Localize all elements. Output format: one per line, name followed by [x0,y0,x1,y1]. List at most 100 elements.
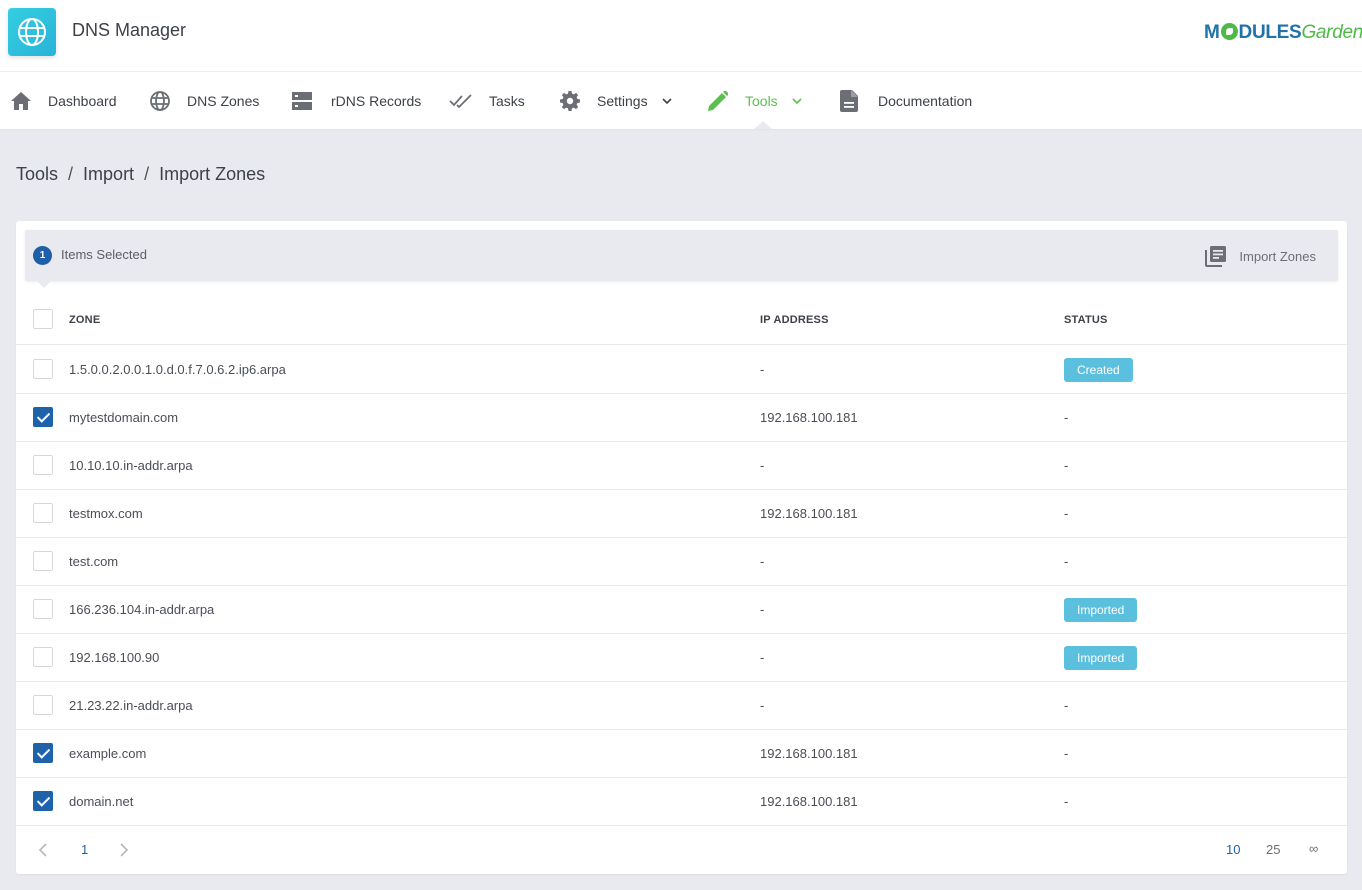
status-badge: Created [1064,358,1133,382]
zone-cell: test.com [69,554,119,569]
table-row[interactable]: 1.5.0.0.2.0.0.1.0.d.0.f.7.0.6.2.ip6.arpa… [16,346,1347,394]
double-check-icon [449,90,473,112]
row-checkbox[interactable] [33,743,53,763]
nav-label: Tools [745,92,778,109]
zone-cell: 21.23.22.in-addr.arpa [69,698,193,713]
page-size-all[interactable]: ∞ [1309,841,1318,856]
import-zones-label: Import Zones [1239,248,1316,264]
chevron-left-icon[interactable] [38,843,47,860]
status-badge: Imported [1064,598,1138,622]
gear-icon [559,90,581,112]
breadcrumb-item-import-zones: Import Zones [159,164,266,184]
row-checkbox[interactable] [33,695,53,715]
selection-toolbar: 1 Items Selected Import Zones [25,230,1338,288]
globe-icon [18,18,46,46]
status-cell: - [1064,698,1069,713]
app-title: DNS Manager [72,20,187,40]
breadcrumb: Tools / Import / Import Zones [16,164,265,185]
zone-cell: testmox.com [69,506,143,521]
column-header-status[interactable]: STATUS [1064,314,1108,326]
status-cell: - [1064,458,1069,473]
ip-address-cell: 192.168.100.181 [760,746,858,761]
row-checkbox[interactable] [33,407,53,427]
selected-count-badge: 1 [33,246,52,265]
zone-cell: 10.10.10.in-addr.arpa [69,458,193,473]
ip-address-cell: - [760,602,765,617]
row-checkbox[interactable] [33,647,53,667]
row-checkbox[interactable] [33,455,53,475]
status-cell: - [1064,794,1069,809]
nav-label: Documentation [878,92,973,109]
nav-label: Settings [597,92,648,109]
table-row[interactable]: example.com 192.168.100.181 - [16,730,1347,778]
nav-label: Tasks [489,92,525,109]
import-zones-button[interactable]: Import Zones [1205,244,1316,268]
chevron-right-icon[interactable] [120,843,129,860]
nav-item-rdns-records[interactable]: rDNS Records [291,72,421,129]
brand-text-dules: DULES [1238,22,1302,43]
row-checkbox[interactable] [33,791,53,811]
zone-cell: 1.5.0.0.2.0.0.1.0.d.0.f.7.0.6.2.ip6.arpa [69,362,286,377]
nav-label: rDNS Records [331,92,422,109]
nav-item-settings[interactable]: Settings [559,72,672,129]
table-row[interactable]: test.com - - [16,538,1347,586]
brand-text-m: M [1204,22,1220,43]
table-row[interactable]: 192.168.100.90 - Imported [16,634,1347,682]
page-size-25[interactable]: 25 [1266,842,1280,857]
nav-item-dashboard[interactable]: Dashboard [10,72,117,129]
row-checkbox[interactable] [33,551,53,571]
column-header-ip-address[interactable]: IP ADDRESS [760,314,829,326]
page-number[interactable]: 1 [81,842,88,857]
top-header: DNS Manager M DULESGarden [0,0,1362,72]
column-header-zone[interactable]: ZONE [69,314,100,326]
nav-label: Dashboard [48,92,117,109]
ip-address-cell: - [760,362,765,377]
breadcrumb-separator: / [144,164,150,184]
status-cell: - [1064,554,1069,569]
library-books-icon [1205,245,1227,267]
nav-item-documentation[interactable]: Documentation [838,72,972,129]
breadcrumb-item-import[interactable]: Import [83,164,134,185]
document-icon [838,89,860,112]
pagination: 1 10 25 ∞ [16,827,1347,874]
nav-label: DNS Zones [187,92,260,109]
table-row[interactable]: mytestdomain.com 192.168.100.181 - [16,394,1347,442]
zone-cell: example.com [69,746,147,761]
table-row[interactable]: 166.236.104.in-addr.arpa - Imported [16,586,1347,634]
zone-cell: mytestdomain.com [69,410,179,425]
brand-text-garden: Garden [1301,22,1362,43]
server-icon [291,90,313,112]
ip-address-cell: - [760,554,765,569]
zone-cell: 192.168.100.90 [69,650,160,665]
table-row[interactable]: testmox.com 192.168.100.181 - [16,490,1347,538]
chevron-down-icon [792,97,802,104]
status-badge: Imported [1064,646,1138,670]
breadcrumb-item-tools[interactable]: Tools [16,164,58,185]
zone-cell: domain.net [69,794,134,809]
status-cell: - [1064,506,1069,521]
brand-globe-icon [1220,23,1238,40]
status-cell: - [1064,410,1069,425]
selected-label: Items Selected [61,247,147,262]
ip-address-cell: - [760,698,765,713]
app-logo[interactable] [8,8,56,56]
table-row[interactable]: 21.23.22.in-addr.arpa - - [16,682,1347,730]
zone-cell: 166.236.104.in-addr.arpa [69,602,215,617]
row-checkbox[interactable] [33,599,53,619]
nav-item-dns-zones[interactable]: DNS Zones [149,72,259,129]
breadcrumb-separator: / [68,164,74,184]
ip-address-cell: - [760,458,765,473]
table-row[interactable]: 10.10.10.in-addr.arpa - - [16,442,1347,490]
home-icon [10,90,32,112]
import-zones-card: 1 Items Selected Import Zones ZONE IP AD… [16,221,1347,874]
chevron-down-icon [662,97,672,104]
row-checkbox[interactable] [33,359,53,379]
table-row[interactable]: domain.net 192.168.100.181 - [16,778,1347,826]
select-all-checkbox[interactable] [33,309,53,329]
nav-item-tasks[interactable]: Tasks [449,72,525,129]
ip-address-cell: 192.168.100.181 [760,794,858,809]
ip-address-cell: 192.168.100.181 [760,506,858,521]
page-size-10[interactable]: 10 [1226,842,1240,857]
row-checkbox[interactable] [33,503,53,523]
globe-icon [149,90,171,112]
